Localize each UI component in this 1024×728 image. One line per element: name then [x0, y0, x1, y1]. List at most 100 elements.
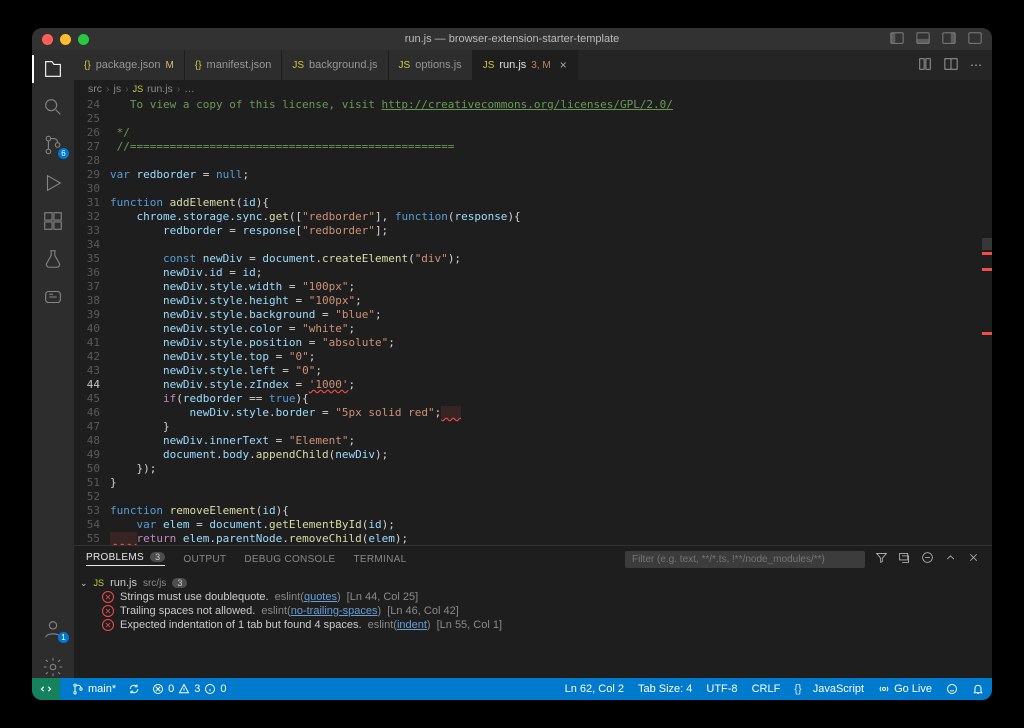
tab-modified-indicator: M [166, 60, 174, 71]
problems-tab[interactable]: PROBLEMS 3 [86, 552, 165, 566]
graphql-icon[interactable] [42, 286, 64, 308]
git-branch-indicator[interactable]: main* [72, 683, 116, 695]
diagnostics-indicator[interactable]: 0 3 0 [152, 683, 226, 695]
debug-console-tab[interactable]: DEBUG CONSOLE [244, 554, 335, 565]
breadcrumbs[interactable]: src› js› JS run.js› … [74, 80, 992, 98]
minimize-window-button[interactable] [60, 34, 71, 45]
accounts-badge: 1 [58, 632, 69, 643]
json-file-icon: {} [195, 60, 202, 71]
remote-indicator[interactable] [32, 678, 60, 700]
settings-gear-icon[interactable] [42, 656, 64, 678]
error-severity-icon: ✕ [102, 619, 114, 631]
tab-label: package.json [96, 59, 161, 71]
panel-tabs: PROBLEMS 3 OUTPUT DEBUG CONSOLE TERMINAL [74, 546, 992, 572]
source-control-icon[interactable]: 6 [42, 134, 64, 156]
minimap-slider[interactable] [982, 238, 992, 250]
cursor-position[interactable]: Ln 62, Col 2 [565, 683, 624, 695]
titlebar: run.js — browser-extension-starter-templ… [32, 28, 992, 50]
chevron-down-icon[interactable]: ⌄ [80, 578, 88, 589]
split-editor-icon[interactable] [944, 57, 958, 74]
go-live-button[interactable]: Go Live [878, 683, 932, 695]
close-tab-icon[interactable]: × [560, 58, 567, 72]
minimap-error-mark[interactable] [982, 252, 992, 255]
maximize-panel-icon[interactable] [944, 551, 957, 567]
problem-location: [Ln 46, Col 42] [387, 605, 459, 617]
problems-file-group[interactable]: ⌄ JS run.js src/js 3 [80, 576, 982, 590]
clear-icon[interactable] [921, 551, 934, 567]
close-window-button[interactable] [42, 34, 53, 45]
filter-icon[interactable] [875, 551, 888, 567]
code-editor[interactable]: 2425262728293031323334353637383940414243… [74, 98, 992, 545]
problem-message: Expected indentation of 1 tab but found … [120, 619, 362, 631]
tab-run-js[interactable]: JS run.js 3, M × [473, 50, 578, 80]
more-actions-icon[interactable]: ⋯ [970, 58, 982, 72]
code-content[interactable]: To view a copy of this license, visit ht… [110, 98, 992, 545]
error-severity-icon: ✕ [102, 605, 114, 617]
tab-label: background.js [309, 59, 378, 71]
tab-manifest-json[interactable]: {} manifest.json [185, 50, 283, 80]
encoding-indicator[interactable]: UTF-8 [706, 683, 737, 695]
tab-label: options.js [415, 59, 461, 71]
eol-indicator[interactable]: CRLF [752, 683, 781, 695]
js-file-icon: JS [483, 60, 495, 71]
js-file-icon: JS [292, 60, 304, 71]
maximize-window-button[interactable] [78, 34, 89, 45]
problems-count-badge: 3 [150, 552, 165, 562]
js-file-icon: JS [133, 84, 144, 94]
layout-controls [890, 31, 982, 48]
breadcrumb-item[interactable]: js [114, 83, 122, 95]
notifications-icon[interactable] [972, 683, 984, 695]
collapse-all-icon[interactable] [898, 551, 911, 567]
toggle-primary-sidebar-icon[interactable] [890, 31, 904, 48]
problem-item[interactable]: ✕ Strings must use doublequote. eslint(q… [80, 590, 982, 604]
sync-changes-button[interactable] [128, 683, 140, 695]
close-panel-icon[interactable] [967, 551, 980, 567]
output-tab[interactable]: OUTPUT [183, 554, 226, 565]
toggle-secondary-sidebar-icon[interactable] [942, 31, 956, 48]
minimap-error-mark[interactable] [982, 332, 992, 335]
indent-indicator[interactable]: Tab Size: 4 [638, 683, 692, 695]
tab-label: manifest.json [207, 59, 272, 71]
breadcrumb-item[interactable]: … [184, 83, 195, 95]
problem-location: [Ln 44, Col 25] [347, 591, 419, 603]
minimap[interactable] [982, 98, 992, 545]
tab-options-js[interactable]: JS options.js [389, 50, 473, 80]
problem-location: [Ln 55, Col 1] [437, 619, 502, 631]
editor-group: {} package.json M {} manifest.json JS ba… [74, 50, 992, 678]
activity-bar: 6 1 [32, 50, 74, 678]
problem-item[interactable]: ✕ Expected indentation of 1 tab but foun… [80, 618, 982, 632]
accounts-icon[interactable]: 1 [42, 618, 64, 640]
minimap-error-mark[interactable] [982, 268, 992, 271]
problem-message: Trailing spaces not allowed. [120, 605, 255, 617]
tab-label: run.js [499, 59, 526, 71]
problems-filter-input[interactable] [625, 551, 865, 568]
tab-background-js[interactable]: JS background.js [282, 50, 388, 80]
problems-file-path: src/js [143, 578, 166, 589]
toggle-panel-icon[interactable] [916, 31, 930, 48]
tab-actions: ⋯ [908, 50, 992, 80]
breadcrumb-item[interactable]: src [88, 83, 102, 95]
bottom-panel: PROBLEMS 3 OUTPUT DEBUG CONSOLE TERMINAL [74, 545, 992, 678]
run-debug-icon[interactable] [42, 172, 64, 194]
testing-icon[interactable] [42, 248, 64, 270]
problem-rule-link[interactable]: quotes [304, 591, 337, 603]
search-icon[interactable] [42, 96, 64, 118]
customize-layout-icon[interactable] [968, 31, 982, 48]
language-mode[interactable]: {} JavaScript [794, 683, 864, 695]
breadcrumb-item[interactable]: run.js [147, 83, 173, 95]
tab-package-json[interactable]: {} package.json M [74, 50, 185, 80]
problem-rule-link[interactable]: indent [397, 619, 427, 631]
window-title: run.js — browser-extension-starter-templ… [32, 33, 992, 45]
json-file-icon: {} [84, 60, 91, 71]
problems-list: ⌄ JS run.js src/js 3 ✕ Strings must use … [74, 572, 992, 678]
status-bar: main* 0 3 0 Ln 62, Col 2 Tab Size: 4 UTF… [32, 678, 992, 700]
compare-changes-icon[interactable] [918, 57, 932, 74]
window-controls [42, 34, 89, 45]
problem-item[interactable]: ✕ Trailing spaces not allowed. eslint(no… [80, 604, 982, 618]
editor-tabs: {} package.json M {} manifest.json JS ba… [74, 50, 992, 80]
problem-rule-link[interactable]: no-trailing-spaces [291, 605, 378, 617]
terminal-tab[interactable]: TERMINAL [353, 554, 406, 565]
feedback-icon[interactable] [946, 683, 958, 695]
explorer-icon[interactable] [42, 58, 64, 80]
extensions-icon[interactable] [42, 210, 64, 232]
